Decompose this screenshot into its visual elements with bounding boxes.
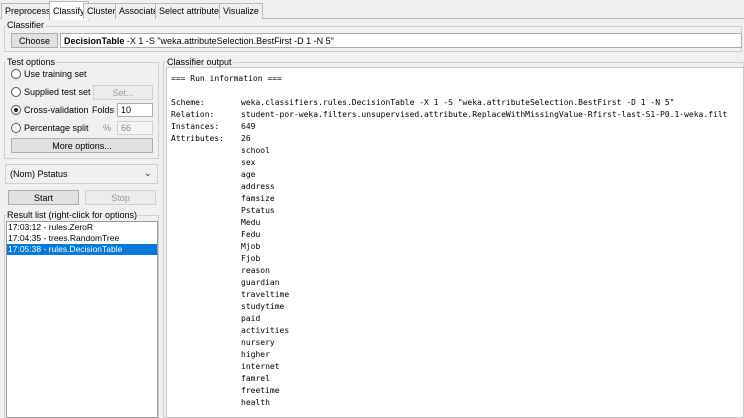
chevron-down-icon: ⌄	[143, 168, 152, 179]
attribute-line: famsize	[241, 194, 275, 203]
attribute-line: higher	[241, 350, 270, 359]
relation-key: Relation:	[171, 110, 215, 119]
result-item[interactable]: 17:04:35 - trees.RandomTree	[7, 233, 157, 244]
radio-label: Percentage split	[24, 123, 89, 133]
attribute-line: school	[241, 146, 270, 155]
classifier-output-text[interactable]: === Run information === Scheme: weka.cla…	[166, 67, 744, 418]
instances-key: Instances:	[171, 122, 220, 131]
attribute-line: Medu	[241, 218, 261, 227]
attribute-line: activities	[241, 326, 290, 335]
instances-value: 649	[241, 122, 256, 131]
attribute-line: guardian	[241, 278, 280, 287]
attributes-key: Attributes:	[171, 134, 224, 143]
attribute-line: address	[241, 182, 275, 191]
attribute-line: Pstatus	[241, 206, 275, 215]
radio-indicator[interactable]	[11, 105, 21, 115]
attribute-line: reason	[241, 266, 270, 275]
classifier-group-label: Classifier	[6, 20, 46, 30]
attribute-line: paid	[241, 314, 261, 323]
radio-use-training-set[interactable]: Use training set	[11, 68, 87, 81]
folds-label: Folds	[92, 105, 115, 115]
tab-visualize[interactable]: Visualize	[219, 3, 263, 19]
radio-percentage-split[interactable]: Percentage split	[11, 122, 89, 135]
scheme-key: Scheme:	[171, 98, 205, 107]
classifier-options: -X 1 -S "weka.attributeSelection.BestFir…	[124, 36, 334, 46]
choose-button[interactable]: Choose	[11, 33, 58, 48]
attribute-line: age	[241, 170, 256, 179]
class-attribute-value: (Nom) Pstatus	[10, 169, 68, 179]
classifier-output-label: Classifier output	[166, 57, 233, 67]
percent-label: %	[103, 123, 112, 133]
result-list-label: Result list (right-click for options)	[6, 210, 139, 220]
radio-label: Cross-validation	[24, 105, 89, 115]
run-info-heading: === Run information ===	[171, 74, 282, 83]
more-options-button[interactable]: More options...	[11, 138, 153, 153]
relation-value: student-por-weka.filters.unsupervised.at…	[241, 110, 728, 119]
percent-input[interactable]: 66	[117, 121, 153, 135]
radio-indicator[interactable]	[11, 69, 21, 79]
folds-input[interactable]: 10	[117, 103, 153, 117]
tab-select-attributes[interactable]: Select attributes	[155, 3, 228, 19]
attribute-line: sex	[241, 158, 256, 167]
radio-indicator[interactable]	[11, 123, 21, 133]
attributes-value: 26	[241, 134, 251, 143]
attribute-line: nursery	[241, 338, 275, 347]
radio-label: Supplied test set	[24, 87, 91, 97]
attribute-line: health	[241, 398, 270, 407]
attribute-line: freetime	[241, 386, 280, 395]
tab-preprocess[interactable]: Preprocess	[1, 3, 55, 19]
attribute-line: Fjob	[241, 254, 261, 263]
attribute-line: Mjob	[241, 242, 261, 251]
attribute-line: Fedu	[241, 230, 261, 239]
set-button[interactable]: Set...	[93, 85, 153, 100]
radio-cross-validation[interactable]: Cross-validation	[11, 104, 89, 117]
radio-label: Use training set	[24, 69, 87, 79]
stop-button[interactable]: Stop	[85, 190, 156, 205]
attribute-line: traveltime	[241, 290, 290, 299]
result-item[interactable]: 17:03:12 - rules.ZeroR	[7, 222, 157, 233]
test-options-label: Test options	[6, 57, 57, 67]
classifier-field[interactable]: DecisionTable -X 1 -S "weka.attributeSel…	[60, 33, 742, 48]
start-button[interactable]: Start	[8, 190, 79, 205]
radio-indicator[interactable]	[11, 87, 21, 97]
classifier-name: DecisionTable	[64, 36, 125, 46]
tab-bar: Preprocess Classify Cluster Associate Se…	[0, 0, 744, 20]
result-item-selected[interactable]: 17:05:38 - rules.DecisionTable	[7, 244, 157, 255]
attribute-line: internet	[241, 362, 280, 371]
result-list[interactable]: 17:03:12 - rules.ZeroR 17:04:35 - trees.…	[6, 221, 158, 418]
class-attribute-select[interactable]: (Nom) Pstatus ⌄	[5, 164, 158, 184]
scheme-value: weka.classifiers.rules.DecisionTable -X …	[241, 98, 675, 107]
attribute-line: famrel	[241, 374, 270, 383]
radio-supplied-test-set[interactable]: Supplied test set	[11, 86, 91, 99]
attribute-line: studytime	[241, 302, 285, 311]
